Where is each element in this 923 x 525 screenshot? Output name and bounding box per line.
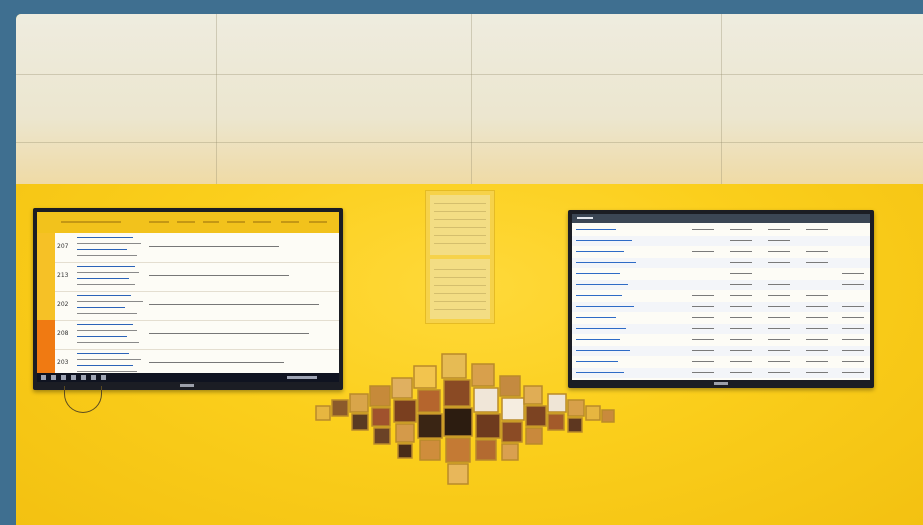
mirror-mosaic-decoration [315,353,615,485]
room-photo: 207 213 202 208 203 [16,14,923,525]
